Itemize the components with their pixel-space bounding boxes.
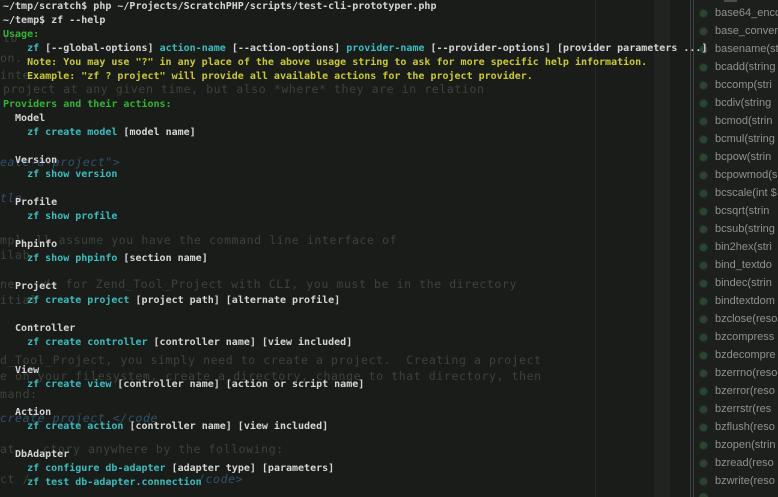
terminal-line: Example: "zf ? project" will provide all… xyxy=(3,71,778,85)
terminal-text-segment: zf xyxy=(27,43,39,54)
terminal-text-segment: ~/temp$ zf --help xyxy=(3,15,105,26)
terminal-text-segment: [--global-options] xyxy=(39,43,159,54)
terminal-text-segment: [controller name] [action or script name… xyxy=(111,379,364,390)
terminal-text-segment: Note: You may use "?" in any place of th… xyxy=(3,57,647,68)
terminal-text-segment: zf configure db-adapter xyxy=(27,463,165,474)
terminal-text-segment: [model name] xyxy=(117,127,195,138)
terminal-line: View xyxy=(3,365,778,379)
terminal-text-segment: [project path] [alternate profile] xyxy=(129,295,340,306)
terminal-line: zf show profile xyxy=(3,211,778,225)
terminal-text-segment: Providers and their actions: xyxy=(3,99,172,110)
terminal-line xyxy=(3,267,778,281)
terminal-line: Action xyxy=(3,407,778,421)
terminal-line: zf [--global-options] action-name [--act… xyxy=(3,43,778,57)
terminal-line xyxy=(3,183,778,197)
terminal-text-segment: ~/tmp/scratch$ php ~/Projects/ScratchPHP… xyxy=(3,1,436,12)
terminal-text-segment: [--action-options] xyxy=(226,43,346,54)
terminal-line xyxy=(3,351,778,365)
terminal-line: zf create action [controller name] [view… xyxy=(3,421,778,435)
terminal-text-segment: zf create view xyxy=(27,379,111,390)
terminal-line: zf configure db-adapter [adapter type] [… xyxy=(3,463,778,477)
terminal-text-segment xyxy=(3,477,27,488)
terminal-line: zf create project [project path] [altern… xyxy=(3,295,778,309)
terminal-line: DbAdapter xyxy=(3,449,778,463)
terminal-text-segment: zf create model xyxy=(27,127,117,138)
terminal-line xyxy=(3,141,778,155)
terminal-line: Phpinfo xyxy=(3,239,778,253)
terminal-line: Profile xyxy=(3,197,778,211)
terminal-text-segment: Profile xyxy=(3,197,57,208)
terminal-text-segment xyxy=(3,463,27,474)
terminal-text-segment: View xyxy=(3,365,39,376)
terminal-text-segment xyxy=(3,253,27,264)
terminal-text-segment xyxy=(3,421,27,432)
terminal-line xyxy=(3,435,778,449)
terminal-line: Usage: xyxy=(3,29,778,43)
terminal-text-segment: zf create controller xyxy=(27,337,147,348)
terminal-text-segment: zf create project xyxy=(27,295,129,306)
terminal-text-segment: Model xyxy=(3,113,45,124)
terminal-text-segment: Controller xyxy=(3,323,75,334)
terminal-line: ~/tmp/scratch$ php ~/Projects/ScratchPHP… xyxy=(3,1,778,15)
terminal-text-segment: [--provider-options] [provider parameter… xyxy=(425,43,708,54)
terminal-line: zf create view [controller name] [action… xyxy=(3,379,778,393)
terminal-line: Project xyxy=(3,281,778,295)
terminal-text-segment: zf show profile xyxy=(27,211,117,222)
terminal-text-segment: [controller name] [view included] xyxy=(148,337,353,348)
terminal-text-segment: zf show phpinfo xyxy=(27,253,117,264)
terminal-line: zf show version xyxy=(3,169,778,183)
terminal-line: zf test db-adapter.connection xyxy=(3,477,778,491)
terminal-line: Note: You may use "?" in any place of th… xyxy=(3,57,778,71)
terminal-text-segment: [controller name] [view included] xyxy=(123,421,328,432)
terminal-line xyxy=(3,309,778,323)
terminal-line: zf create model [model name] xyxy=(3,127,778,141)
terminal-text-segment xyxy=(3,295,27,306)
terminal-line: Version xyxy=(3,155,778,169)
terminal-text-segment xyxy=(3,169,27,180)
terminal-text-segment: Example: "zf ? project" will provide all… xyxy=(3,71,533,82)
terminal-text-segment: [section name] xyxy=(117,253,207,264)
terminal-text-segment: Action xyxy=(3,407,51,418)
terminal-line: Model xyxy=(3,113,778,127)
terminal-text-segment: action-name xyxy=(160,43,226,54)
terminal-line xyxy=(3,85,778,99)
terminal-output: ~/tmp/scratch$ php ~/Projects/ScratchPHP… xyxy=(3,1,778,491)
terminal-line: Controller xyxy=(3,323,778,337)
terminal-line: zf create controller [controller name] [… xyxy=(3,337,778,351)
terminal-text-segment: Usage: xyxy=(3,29,39,40)
terminal-text-segment: Version xyxy=(3,155,57,166)
terminal-text-segment: zf show version xyxy=(27,169,117,180)
terminal-line xyxy=(3,393,778,407)
terminal-text-segment xyxy=(3,379,27,390)
terminal-text-segment: Phpinfo xyxy=(3,239,57,250)
terminal-text-segment xyxy=(3,211,27,222)
terminal-line: Providers and their actions: xyxy=(3,99,778,113)
terminal-line: ~/temp$ zf --help xyxy=(3,15,778,29)
terminal-text-segment xyxy=(3,127,27,138)
terminal-line: zf show phpinfo [section name] xyxy=(3,253,778,267)
terminal-text-segment: zf create action xyxy=(27,421,123,432)
terminal-text-segment: [adapter type] [parameters] xyxy=(166,463,335,474)
terminal-text-segment xyxy=(3,337,27,348)
terminal-line xyxy=(3,225,778,239)
terminal-text-segment: zf test db-adapter.connection xyxy=(27,477,202,488)
terminal-text-segment: provider-name xyxy=(346,43,424,54)
terminal-text-segment: DbAdapter xyxy=(3,449,69,460)
terminal-window[interactable]: ~/tmp/scratch$ php ~/Projects/ScratchPHP… xyxy=(0,0,778,497)
terminal-text-segment: Project xyxy=(3,281,57,292)
terminal-text-segment xyxy=(3,43,27,54)
